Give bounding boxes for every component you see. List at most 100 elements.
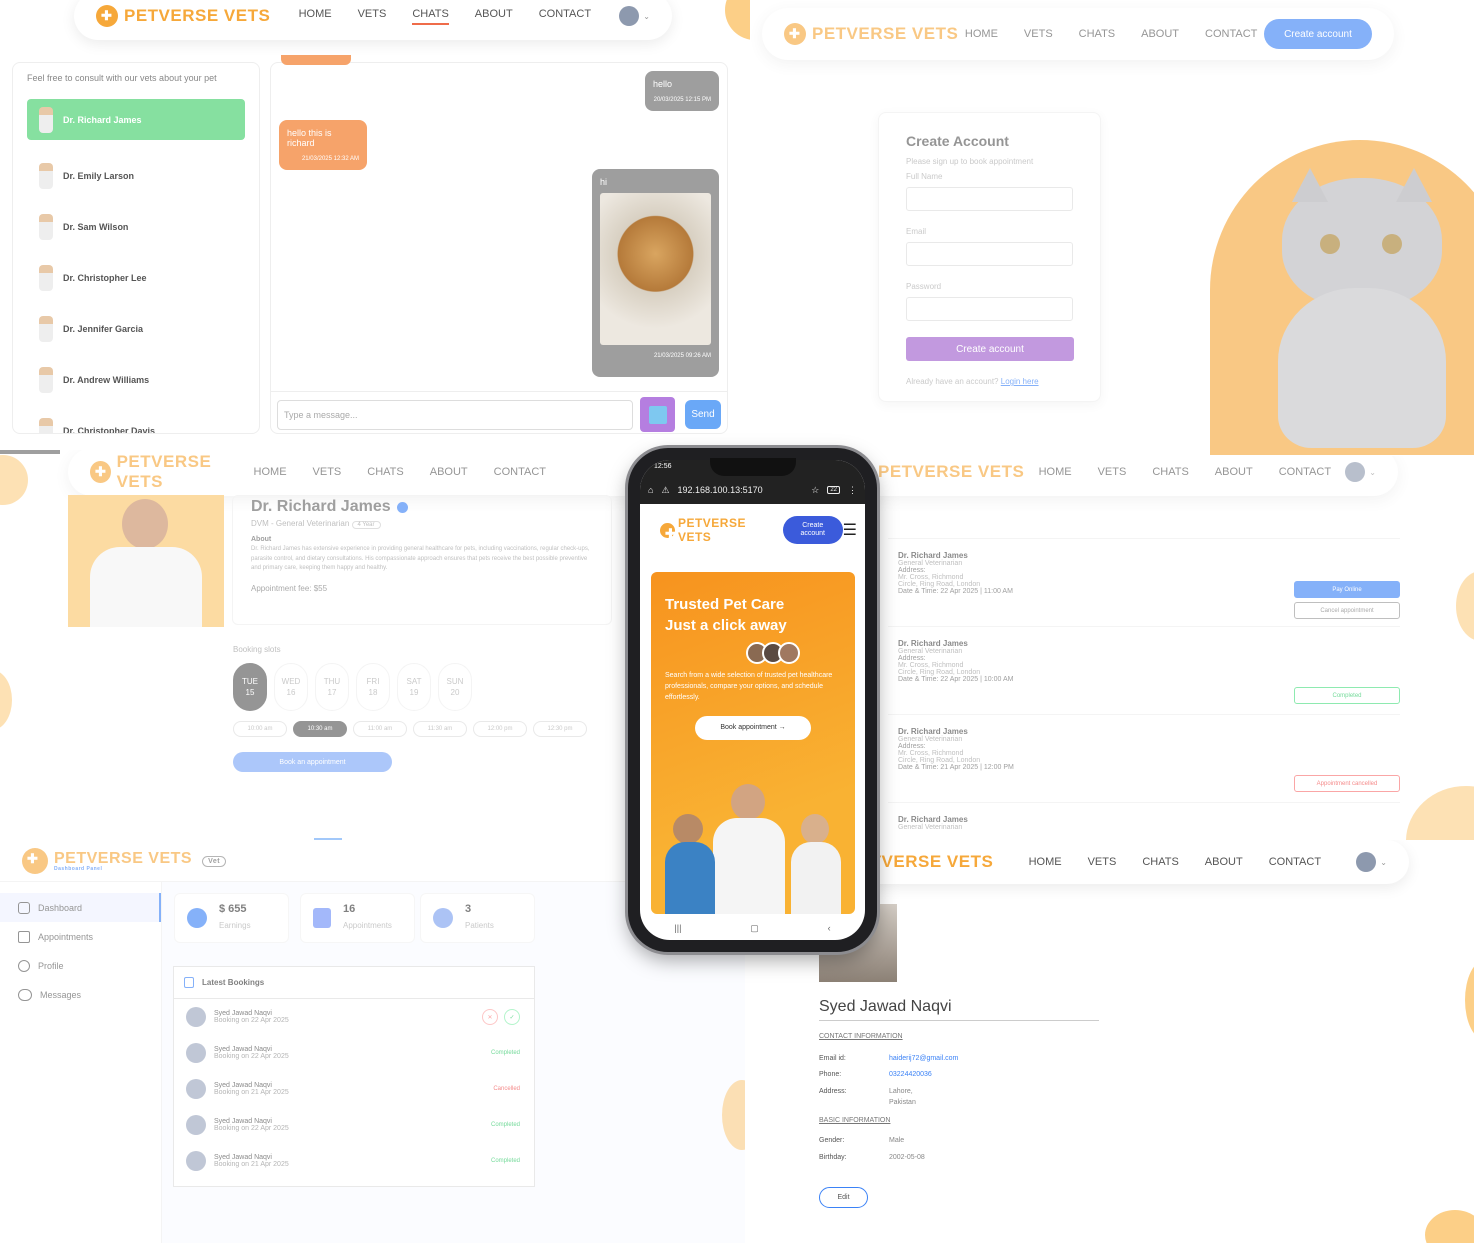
sidebar-item-messages[interactable]: Messages	[0, 980, 161, 1009]
recent-apps-icon[interactable]: |||	[674, 923, 681, 933]
image-upload-button[interactable]	[640, 397, 675, 432]
nav-about[interactable]: ABOUT	[430, 466, 468, 478]
nav-vets[interactable]: VETS	[1098, 466, 1127, 478]
nav-vets[interactable]: VETS	[1088, 856, 1117, 868]
full-name-input[interactable]	[906, 187, 1073, 211]
time-slot[interactable]: 12:00 pm	[473, 721, 527, 737]
vet-avatar	[39, 264, 53, 291]
create-account-nav-button[interactable]: Create account	[1263, 19, 1372, 49]
vet-avatar	[39, 315, 53, 342]
vet-item[interactable]: Dr. Andrew Williams	[27, 354, 245, 405]
vet-item[interactable]: Dr. Jennifer Garcia	[27, 303, 245, 354]
day-slot[interactable]: TUE 15	[233, 663, 267, 711]
user-avatar[interactable]	[619, 6, 640, 26]
nav-vets[interactable]: VETS	[358, 8, 387, 25]
nav-home[interactable]: HOME	[254, 466, 287, 478]
message-input[interactable]: Type a message...	[277, 400, 633, 430]
cancel-icon[interactable]: ✕	[482, 1009, 498, 1025]
time-slot[interactable]: 11:30 am	[413, 721, 467, 737]
create-account-button[interactable]: Create account	[782, 516, 843, 544]
nav-chats[interactable]: CHATS	[1142, 856, 1178, 868]
day-slot[interactable]: SUN 20	[438, 663, 472, 711]
more-icon[interactable]: ⋮	[848, 485, 857, 496]
booking-row: Syed Jawad Naqvi Booking on 22 Apr 2025 Co…	[174, 1107, 534, 1143]
time-slot[interactable]: 10:30 am	[293, 721, 347, 737]
user-avatar[interactable]	[1356, 852, 1377, 872]
nav-about[interactable]: ABOUT	[1215, 466, 1253, 478]
chat-icon	[18, 988, 32, 1001]
vet-name: Dr. Richard James	[251, 498, 391, 515]
status-badge: Completed	[490, 1158, 520, 1164]
nav-chats[interactable]: CHATS	[1079, 28, 1115, 40]
vet-item[interactable]: Dr. Emily Larson	[27, 150, 245, 201]
nav-contact[interactable]: CONTACT	[494, 466, 546, 478]
home-icon[interactable]: ⌂	[648, 485, 653, 495]
back-icon[interactable]: ‹	[828, 923, 831, 933]
password-input[interactable]	[906, 297, 1073, 321]
hamburger-icon[interactable]: ☰	[843, 520, 857, 540]
day-slot[interactable]: THU 17	[315, 663, 349, 711]
phone-value: 03224420036	[889, 1071, 932, 1078]
approve-icon[interactable]: ✓	[504, 1009, 520, 1025]
dashboard-logo[interactable]: PETVERSE VETSDashboard Panel Vet	[22, 848, 227, 874]
sidebar-item-dashboard[interactable]: Dashboard	[0, 893, 161, 922]
send-button[interactable]: Send	[685, 400, 721, 429]
nav-home[interactable]: HOME	[299, 8, 332, 25]
nav-contact[interactable]: CONTACT	[539, 8, 591, 25]
sidebar-item-appointments[interactable]: Appointments	[0, 922, 161, 951]
vet-item[interactable]: Dr. Richard James	[27, 99, 245, 140]
nav-about[interactable]: ABOUT	[1205, 856, 1243, 868]
star-icon[interactable]: ☆	[811, 485, 819, 496]
time-slot[interactable]: 11:00 am	[353, 721, 407, 737]
nav-about[interactable]: ABOUT	[1141, 28, 1179, 40]
chat-screen: PETVERSE VETS HOME VETS CHATS ABOUT CONT…	[0, 0, 750, 450]
nav-contact[interactable]: CONTACT	[1269, 856, 1321, 868]
chevron-down-icon[interactable]: ⌄	[643, 12, 650, 21]
email-label: Email id:	[819, 1055, 846, 1062]
vet-item[interactable]: Dr. Christopher Davis	[27, 405, 245, 433]
signup-form: Create Account Please sign up to book ap…	[878, 112, 1101, 402]
email-input[interactable]	[906, 242, 1073, 266]
edit-button[interactable]: Edit	[819, 1187, 868, 1208]
nav-home[interactable]: HOME	[1029, 856, 1062, 868]
tabs-icon[interactable]: 22	[827, 486, 840, 494]
time-slot[interactable]: 10:00 am	[233, 721, 287, 737]
create-account-submit[interactable]: Create account	[906, 337, 1074, 361]
book-appointment-cta[interactable]: Book appointment →	[695, 715, 811, 740]
brand-logo[interactable]: PETVERSE VETS	[90, 452, 254, 492]
cancel-appointment-button[interactable]: Cancel appointment	[1294, 602, 1400, 619]
user-avatar[interactable]	[1345, 462, 1366, 482]
vet-item[interactable]: Dr. Christopher Lee	[27, 252, 245, 303]
patients-card: 3 Patients	[420, 893, 535, 943]
day-slot[interactable]: SAT 19	[397, 663, 431, 711]
login-link[interactable]: Login here	[1001, 377, 1039, 386]
chevron-down-icon[interactable]: ⌄	[1369, 468, 1376, 477]
day-slot[interactable]: WED 16	[274, 663, 308, 711]
book-appointment-button[interactable]: Book an appointment	[233, 752, 392, 772]
url-text[interactable]: 192.168.100.13:5170	[678, 485, 804, 495]
time-slot[interactable]: 12:30 pm	[533, 721, 587, 737]
nav-chats[interactable]: CHATS	[367, 466, 403, 478]
phone-label: Phone:	[819, 1071, 842, 1078]
dog-photo[interactable]	[600, 193, 711, 345]
nav-vets[interactable]: VETS	[313, 466, 342, 478]
nav-about[interactable]: ABOUT	[475, 8, 513, 25]
pay-online-button[interactable]: Pay Online	[1294, 581, 1400, 598]
brand-logo[interactable]: PETVERSE VETS	[878, 462, 1024, 482]
booking-row: Syed Jawad Naqvi Booking on 21 Apr 2025 Ca…	[174, 1071, 534, 1107]
nav-chats[interactable]: CHATS	[412, 8, 449, 25]
nav-chats[interactable]: CHATS	[1152, 466, 1188, 478]
day-slot[interactable]: FRI 18	[356, 663, 390, 711]
vet-item[interactable]: Dr. Sam Wilson	[27, 201, 245, 252]
brand-logo[interactable]: PETVERSE VETS	[660, 516, 783, 544]
sidebar-item-profile[interactable]: Profile	[0, 951, 161, 980]
chevron-down-icon[interactable]: ⌄	[1380, 858, 1387, 867]
nav-contact[interactable]: CONTACT	[1205, 28, 1257, 40]
home-button-icon[interactable]: ▢	[750, 923, 759, 934]
brand-logo[interactable]: PETVERSE VETS	[784, 23, 958, 45]
nav-home[interactable]: HOME	[965, 28, 998, 40]
nav-home[interactable]: HOME	[1039, 466, 1072, 478]
nav-vets[interactable]: VETS	[1024, 28, 1053, 40]
nav-contact[interactable]: CONTACT	[1279, 466, 1331, 478]
brand-logo[interactable]: PETVERSE VETS	[96, 5, 270, 27]
